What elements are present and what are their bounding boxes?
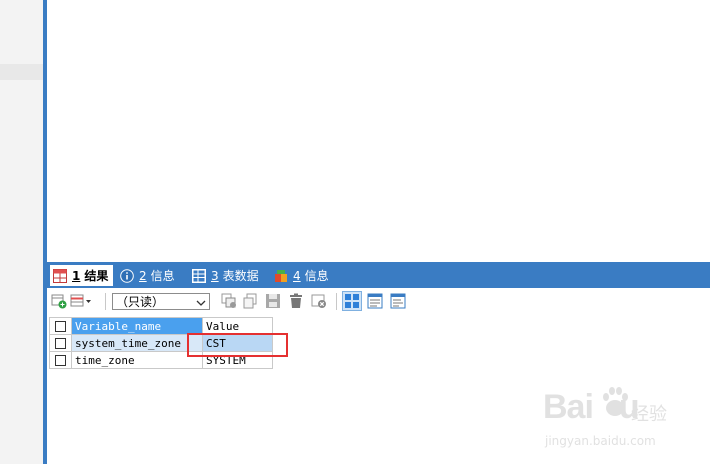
duplicate-icon bbox=[221, 293, 237, 309]
select-all-checkbox[interactable] bbox=[49, 317, 72, 335]
save-icon bbox=[265, 293, 281, 309]
left-panel bbox=[0, 0, 43, 464]
toolbar-divider bbox=[105, 293, 106, 310]
tab-number: 3 bbox=[211, 268, 219, 283]
trash-icon bbox=[288, 293, 304, 309]
checkbox[interactable] bbox=[55, 321, 66, 332]
form-view-icon bbox=[367, 293, 383, 309]
table-grid-icon bbox=[53, 268, 67, 283]
query-editor[interactable] bbox=[47, 0, 710, 262]
edit-mode-select[interactable]: （只读） bbox=[112, 293, 210, 310]
grid-view-button[interactable] bbox=[342, 291, 362, 311]
info-icon bbox=[120, 268, 134, 283]
tab-result[interactable]: 1 结果 bbox=[50, 265, 113, 286]
add-row-icon bbox=[51, 293, 67, 309]
tab-table-data[interactable]: 3 表数据 bbox=[189, 265, 265, 286]
cancel-icon bbox=[311, 293, 327, 309]
form-view-button[interactable] bbox=[366, 292, 384, 310]
save-button[interactable] bbox=[264, 292, 282, 310]
grid-header-row: Variable_name Value bbox=[49, 317, 273, 335]
tab-info-2[interactable]: 4 信息 bbox=[271, 265, 341, 286]
duplicate-row-button[interactable] bbox=[220, 292, 238, 310]
chevron-down-icon bbox=[196, 297, 206, 311]
cell-variable-name[interactable]: system_time_zone bbox=[71, 334, 203, 352]
result-tabs: 1 结果 2 信息 3 表数据 4 信息 bbox=[47, 262, 710, 288]
tab-number: 2 bbox=[139, 268, 147, 283]
copy-button[interactable] bbox=[242, 292, 260, 310]
result-toolbar: （只读） bbox=[47, 288, 710, 314]
text-view-button[interactable] bbox=[389, 292, 407, 310]
edit-mode-value: （只读） bbox=[116, 295, 165, 309]
watermark-cn: 经验 bbox=[631, 404, 667, 425]
column-header-value[interactable]: Value bbox=[202, 317, 273, 335]
row-checkbox-cell[interactable] bbox=[49, 334, 72, 352]
copy-icon bbox=[243, 293, 259, 309]
tab-number: 1 bbox=[72, 268, 81, 283]
checkbox[interactable] bbox=[55, 338, 66, 349]
watermark-brand-a: Bai bbox=[543, 388, 594, 426]
annotation-highlight bbox=[187, 333, 288, 357]
export-icon bbox=[70, 293, 92, 309]
tab-label: 信息 bbox=[304, 269, 329, 283]
table-icon bbox=[192, 268, 206, 283]
baidu-watermark: Bai u 经验 jingyan.baidu.com bbox=[543, 384, 703, 454]
delete-row-button[interactable] bbox=[287, 292, 305, 310]
row-checkbox-cell[interactable] bbox=[49, 351, 72, 369]
tab-label: 表数据 bbox=[222, 269, 259, 283]
cancel-changes-button[interactable] bbox=[310, 292, 328, 310]
tab-info[interactable]: 2 信息 bbox=[117, 265, 185, 286]
tab-label: 结果 bbox=[84, 269, 109, 283]
watermark-url: jingyan.baidu.com bbox=[545, 434, 656, 448]
cell-variable-name[interactable]: time_zone bbox=[71, 351, 203, 369]
left-panel-selected-row[interactable] bbox=[0, 64, 43, 80]
tab-number: 4 bbox=[293, 268, 301, 283]
boxes-icon bbox=[274, 269, 288, 283]
tab-label: 信息 bbox=[150, 269, 175, 283]
add-row-button[interactable] bbox=[50, 292, 68, 310]
paw-icon bbox=[601, 384, 629, 422]
column-header-variable-name[interactable]: Variable_name bbox=[71, 317, 203, 335]
toolbar-divider bbox=[336, 293, 337, 310]
export-dropdown-button[interactable] bbox=[69, 292, 93, 310]
text-view-icon bbox=[390, 293, 406, 309]
checkbox[interactable] bbox=[55, 355, 66, 366]
grid-view-icon bbox=[344, 293, 360, 309]
